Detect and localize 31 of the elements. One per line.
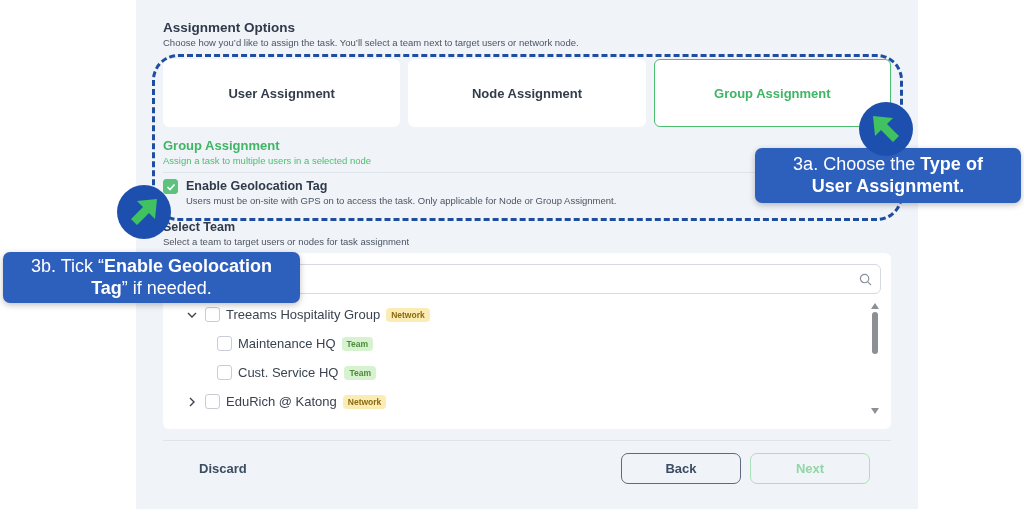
checkmark-icon <box>165 181 176 192</box>
assignment-option[interactable]: User Assignment <box>163 59 401 127</box>
selected-option-title: Group Assignment <box>163 138 281 153</box>
tree-checkbox[interactable] <box>205 307 220 322</box>
search-icon <box>859 272 872 286</box>
type-tag: Team <box>344 365 376 380</box>
type-tag: Network <box>342 394 387 409</box>
tree-checkbox[interactable] <box>217 336 232 351</box>
tree-item-label[interactable]: EduRich @ Katong <box>226 394 337 409</box>
scroll-down-icon[interactable] <box>870 407 880 415</box>
tree-item-label[interactable]: Treeams Hospitality Group <box>226 307 381 322</box>
tree-checkbox[interactable] <box>205 394 220 409</box>
type-tag: Team <box>341 336 374 351</box>
discard-button[interactable]: Discard <box>199 461 247 476</box>
tree-item-label[interactable]: Cust. Service HQ <box>238 365 339 380</box>
scroll-up-icon[interactable] <box>870 302 880 310</box>
geolocation-checkbox[interactable] <box>163 179 178 194</box>
selected-option-subtitle: Assign a task to multiple users in a selected node <box>163 155 372 166</box>
back-button[interactable]: Back <box>621 453 741 484</box>
tree-item-label[interactable]: Maintenance HQ <box>238 336 336 351</box>
assignment-option[interactable]: Node Assignment <box>408 59 646 127</box>
section-title: Assignment Options <box>163 20 296 35</box>
scrollbar-thumb[interactable] <box>872 312 878 354</box>
instruction-tooltip: 3b. Tick “Enable Geolocation Tag” if needed. <box>3 252 300 304</box>
instruction-tooltip: 3a. Choose the Type of User Assignment. <box>755 148 1021 204</box>
team-subtitle: Select a team to target users or nodes for task assignment <box>163 236 410 247</box>
type-tag: Network <box>386 307 430 322</box>
geolocation-label: Enable Geolocation Tag <box>186 179 329 193</box>
tree-checkbox[interactable] <box>217 365 232 380</box>
geolocation-description: Users must be on-site with GPS on to access the task. Only applicable for Node or Group Assignment. <box>186 195 617 206</box>
section-subtitle: Choose how you’d like to assign the task. You’ll select a team next to target users or network node. <box>163 37 579 48</box>
